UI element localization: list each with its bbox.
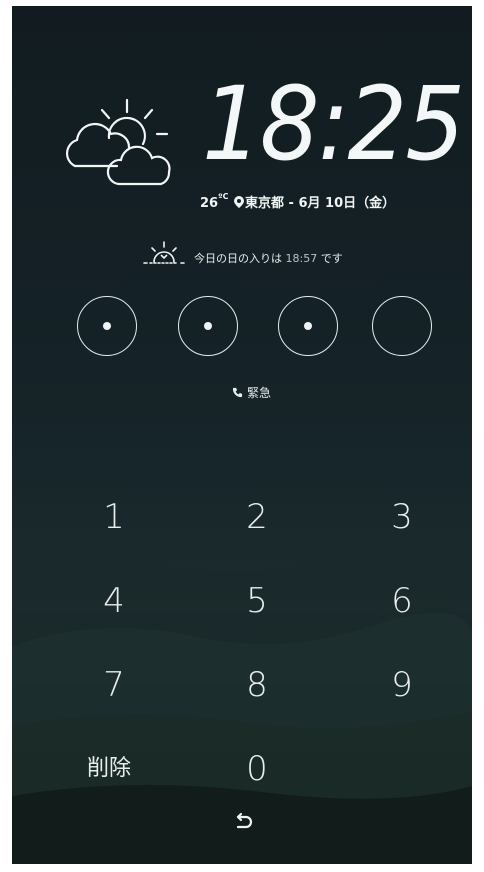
- temperature-unit: ºC: [218, 192, 229, 201]
- sunset-prefix: 今日の日の入りは: [194, 252, 286, 265]
- pin-dot-fill: [304, 322, 312, 330]
- pin-dot-filled: [77, 296, 137, 356]
- location-pin-icon: [234, 196, 245, 208]
- sunset-suffix: です: [317, 252, 343, 265]
- date: 6月 10日（金）: [298, 196, 396, 211]
- sunset-icon: [143, 241, 185, 264]
- key-4[interactable]: 4: [69, 576, 159, 626]
- pin-dot-filled: [278, 296, 338, 356]
- partly-cloudy-icon: [65, 98, 171, 186]
- key-9[interactable]: 9: [357, 660, 447, 710]
- clock-time: 18:25: [202, 65, 465, 184]
- key-0[interactable]: 0: [212, 744, 302, 794]
- delete-button[interactable]: 削除: [64, 744, 154, 794]
- key-5[interactable]: 5: [212, 576, 302, 626]
- sunset-time: 18:57: [285, 252, 318, 265]
- location: 東京都: [245, 196, 285, 211]
- pin-dot-fill: [103, 322, 111, 330]
- pin-dot-empty: [372, 296, 432, 356]
- key-8[interactable]: 8: [212, 660, 302, 710]
- key-1[interactable]: 1: [69, 492, 159, 542]
- phone-icon: [232, 387, 243, 398]
- pin-dot-fill: [204, 322, 212, 330]
- key-3[interactable]: 3: [357, 492, 447, 542]
- temperature: 26: [200, 196, 219, 211]
- pin-indicator: [12, 296, 472, 366]
- lock-screen: 18:25 26ºC 東京都 - 6月 10日（金） 今日の日の入りは 18:5…: [12, 6, 472, 864]
- back-icon[interactable]: [230, 809, 256, 835]
- key-2[interactable]: 2: [212, 492, 302, 542]
- separator: -: [284, 196, 299, 211]
- key-6[interactable]: 6: [357, 576, 447, 626]
- pin-dot-filled: [178, 296, 238, 356]
- key-7[interactable]: 7: [69, 660, 159, 710]
- emergency-label: 緊急: [247, 386, 272, 400]
- weather-date-line: 26ºC 東京都 - 6月 10日（金）: [200, 192, 470, 211]
- sunset-text: 今日の日の入りは 18:57 です: [194, 250, 343, 266]
- emergency-call-button[interactable]: 緊急: [232, 384, 271, 401]
